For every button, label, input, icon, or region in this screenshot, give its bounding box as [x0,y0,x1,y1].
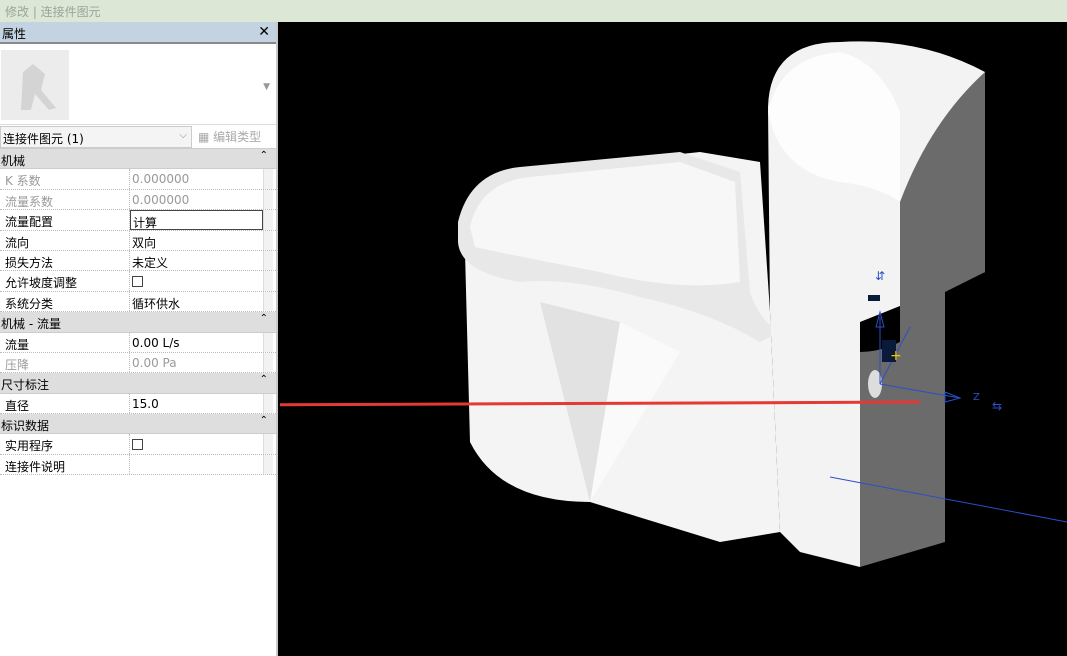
property-field[interactable]: 0.000000 [130,190,263,209]
group-label: 机械 - 流量 [1,317,61,332]
group-label: 机械 [1,154,26,168]
dropdown-arrow-icon[interactable]: ▼ [263,82,270,92]
toilet-model [458,41,985,567]
plus-icon[interactable]: + [890,348,902,364]
instance-selector[interactable]: 连接件图元 (1) ⌵ [0,125,192,148]
properties-panel: 属性 ✕ ▼ 连接件图元 (1) ⌵ ▦ 编辑类型 机械 ⌃ K 系数 0.000000 流… [0,22,278,656]
row-button[interactable] [263,393,273,414]
grip-icon[interactable] [868,295,880,301]
property-value: 0.00 L/s [132,335,180,350]
collapse-icon[interactable]: ⌃ [260,150,268,161]
checkbox[interactable] [132,439,143,451]
property-field[interactable] [130,271,263,290]
property-value: 循环供水 [132,296,181,311]
property-value: 计算 [133,216,158,231]
property-value: 0.000000 [132,172,190,187]
property-row: 实用程序 [0,434,276,455]
property-field[interactable]: 0.000000 [130,169,263,188]
property-name: K 系数 [0,169,130,189]
property-name: 实用程序 [0,434,130,454]
property-row: 允许坡度调整 [0,271,276,292]
property-name: 流量配置 [0,210,130,230]
group-header[interactable]: 机械 ⌃ [0,149,276,170]
property-name: 流量系数 [0,189,130,210]
property-name: 损失方法 [0,250,130,271]
property-row: 流量系数 0.000000 [0,189,276,211]
property-field[interactable]: 15.0 [130,394,263,413]
family-thumbnail [1,50,69,120]
group-header[interactable]: 标识数据 ⌃ [0,414,276,435]
property-name: 系统分类 [0,291,130,312]
property-field[interactable] [130,434,263,453]
property-field[interactable]: 计算 [130,210,263,231]
row-button[interactable] [263,210,273,230]
property-value: 15.0 [132,396,159,411]
property-name: 允许坡度调整 [0,271,130,291]
close-icon[interactable]: ✕ [258,24,270,40]
z-axis-label: Z [973,392,980,403]
panel-title: 属性 [2,27,27,41]
row-button[interactable] [263,250,273,271]
type-preview[interactable]: ▼ [0,44,276,125]
property-row: 压降 0.00 Pa [0,352,276,374]
checkbox[interactable] [132,276,143,288]
property-field[interactable]: 循环供水 [130,292,263,311]
property-value: 0.00 Pa [132,355,177,370]
collapse-icon[interactable]: ⌃ [260,313,268,324]
group-header[interactable]: 尺寸标注 ⌃ [0,373,276,394]
property-field[interactable] [130,455,263,474]
property-field[interactable]: 0.00 Pa [130,353,263,372]
row-button[interactable] [263,434,273,454]
collapse-icon[interactable]: ⌃ [260,415,268,426]
row-button[interactable] [263,169,273,189]
property-field[interactable]: 未定义 [130,251,263,270]
edit-type-button[interactable]: ▦ 编辑类型 [192,128,261,145]
property-row: 系统分类 循环供水 [0,291,276,313]
panel-header: 属性 ✕ [0,22,276,44]
property-value: 未定义 [132,255,169,270]
row-button[interactable] [263,332,273,352]
instance-selector-row: 连接件图元 (1) ⌵ ▦ 编辑类型 [0,125,276,149]
selector-value: 连接件图元 (1) [3,131,84,146]
property-row: 连接件说明 [0,454,276,476]
property-row: 流向 双向 [0,230,276,251]
group-label: 标识数据 [1,419,50,434]
edit-type-label: 编辑类型 [213,130,262,144]
collapse-icon[interactable]: ⌃ [260,374,268,385]
property-value: 0.000000 [132,192,190,207]
property-row: 流量 0.00 L/s [0,332,276,353]
row-button[interactable] [263,291,273,312]
property-name: 压降 [0,352,130,373]
property-name: 直径 [0,393,130,414]
group-header[interactable]: 机械 - 流量 ⌃ [0,312,276,333]
property-row: 流量配置 计算 [0,210,276,231]
row-button[interactable] [263,352,273,373]
property-field[interactable]: 双向 [130,231,263,250]
property-name: 连接件说明 [0,454,130,475]
row-button[interactable] [263,271,273,291]
row-button[interactable] [263,189,273,210]
property-field[interactable]: 0.00 L/s [130,333,263,352]
row-button[interactable] [263,230,273,250]
flip-icon[interactable]: ⇵ [875,269,885,283]
property-grid: 机械 ⌃ K 系数 0.000000 流量系数 0.000000 流量配置 计算 流向 双向 损失方… [0,149,276,476]
flip-icon[interactable]: ⇆ [992,399,1002,413]
property-row: 损失方法 未定义 [0,250,276,272]
property-name: 流向 [0,230,130,250]
property-row: K 系数 0.000000 [0,169,276,190]
title-bar: 修改 | 连接件图元 [0,0,1067,22]
3d-viewport[interactable]: Z ⇵ ⇆ + [280,22,1067,656]
property-name: 流量 [0,332,130,352]
property-row: 直径 15.0 [0,393,276,415]
property-value: 双向 [132,235,157,250]
chevron-down-icon: ⌵ [179,129,187,141]
group-label: 尺寸标注 [1,378,50,393]
row-button[interactable] [263,454,273,475]
